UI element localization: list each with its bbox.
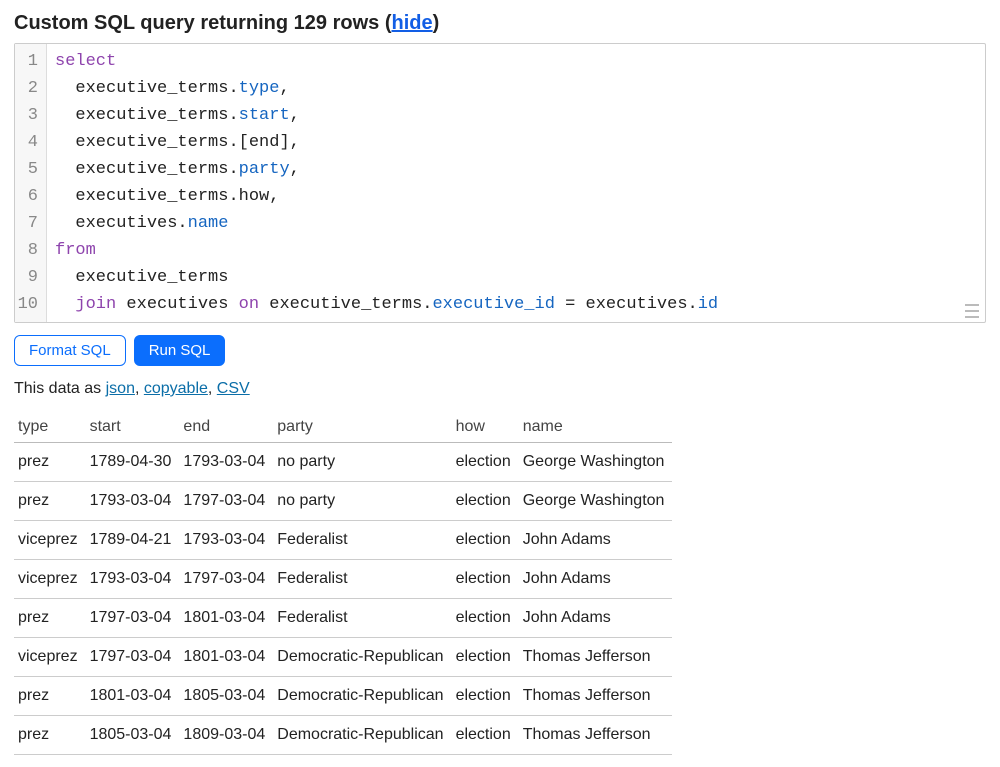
table-row: prez1793-03-041797-03-04no partyelection…	[14, 482, 672, 521]
table-cell: Federalist	[273, 560, 451, 599]
table-cell: election	[452, 599, 519, 638]
table-header-row: typestartendpartyhowname	[14, 412, 672, 443]
table-header: name	[519, 412, 673, 443]
line-number: 9	[15, 264, 42, 291]
line-number: 7	[15, 210, 42, 237]
table-cell: election	[452, 677, 519, 716]
table-row: prez1805-03-041809-03-04Democratic-Repub…	[14, 716, 672, 755]
table-cell: John Adams	[519, 560, 673, 599]
table-cell: Democratic-Republican	[273, 638, 451, 677]
table-cell: 1797-03-04	[86, 638, 180, 677]
table-cell: 1797-03-04	[179, 482, 273, 521]
table-row: prez1797-03-041801-03-04Federalistelecti…	[14, 599, 672, 638]
table-cell: election	[452, 443, 519, 482]
table-cell: John Adams	[519, 521, 673, 560]
table-row: prez1801-03-041805-03-04Democratic-Repub…	[14, 677, 672, 716]
table-cell: election	[452, 482, 519, 521]
table-cell: 1797-03-04	[86, 599, 180, 638]
export-line: This data as json, copyable, CSV	[14, 380, 986, 398]
sql-editor[interactable]: 12345678910 select executive_terms.type,…	[14, 43, 986, 323]
table-cell: election	[452, 521, 519, 560]
line-number: 2	[15, 75, 42, 102]
format-sql-button[interactable]: Format SQL	[14, 335, 126, 366]
table-cell: 1805-03-04	[86, 716, 180, 755]
title-prefix: Custom SQL query returning 129 rows (	[14, 12, 391, 34]
table-cell: prez	[14, 716, 86, 755]
table-cell: prez	[14, 443, 86, 482]
export-copyable-link[interactable]: copyable	[144, 380, 208, 397]
table-cell: Thomas Jefferson	[519, 677, 673, 716]
table-cell: prez	[14, 599, 86, 638]
line-gutter: 12345678910	[15, 44, 47, 322]
table-cell: Democratic-Republican	[273, 716, 451, 755]
table-cell: 1789-04-21	[86, 521, 180, 560]
table-row: viceprez1797-03-041801-03-04Democratic-R…	[14, 638, 672, 677]
table-cell: 1801-03-04	[179, 599, 273, 638]
table-cell: 1809-03-04	[179, 716, 273, 755]
table-cell: George Washington	[519, 443, 673, 482]
line-number: 6	[15, 183, 42, 210]
table-row: viceprez1793-03-041797-03-04Federalistel…	[14, 560, 672, 599]
table-header: start	[86, 412, 180, 443]
line-number: 5	[15, 156, 42, 183]
table-cell: Thomas Jefferson	[519, 716, 673, 755]
table-cell: 1797-03-04	[179, 560, 273, 599]
resize-handle-icon[interactable]	[965, 304, 979, 318]
sql-code[interactable]: select executive_terms.type, executive_t…	[15, 44, 985, 322]
table-cell: 1805-03-04	[179, 677, 273, 716]
export-csv-link[interactable]: CSV	[217, 380, 250, 397]
table-header: party	[273, 412, 451, 443]
title-suffix: )	[433, 12, 440, 34]
line-number: 1	[15, 48, 42, 75]
table-cell: election	[452, 638, 519, 677]
line-number: 8	[15, 237, 42, 264]
table-cell: 1801-03-04	[179, 638, 273, 677]
run-sql-button[interactable]: Run SQL	[134, 335, 226, 366]
line-number: 3	[15, 102, 42, 129]
table-header: how	[452, 412, 519, 443]
hide-link[interactable]: hide	[391, 12, 432, 34]
table-cell: election	[452, 560, 519, 599]
table-cell: Thomas Jefferson	[519, 638, 673, 677]
table-cell: 1793-03-04	[179, 521, 273, 560]
table-cell: 1793-03-04	[179, 443, 273, 482]
line-number: 10	[15, 291, 42, 318]
table-cell: no party	[273, 482, 451, 521]
table-cell: no party	[273, 443, 451, 482]
table-cell: 1789-04-30	[86, 443, 180, 482]
table-cell: 1793-03-04	[86, 482, 180, 521]
table-cell: Federalist	[273, 521, 451, 560]
export-prefix: This data as	[14, 380, 106, 397]
table-cell: Democratic-Republican	[273, 677, 451, 716]
table-cell: prez	[14, 677, 86, 716]
table-cell: 1793-03-04	[86, 560, 180, 599]
table-row: viceprez1789-04-211793-03-04Federalistel…	[14, 521, 672, 560]
table-row: prez1789-04-301793-03-04no partyelection…	[14, 443, 672, 482]
export-json-link[interactable]: json	[106, 380, 135, 397]
table-body: prez1789-04-301793-03-04no partyelection…	[14, 443, 672, 755]
table-cell: George Washington	[519, 482, 673, 521]
table-cell: election	[452, 716, 519, 755]
table-cell: viceprez	[14, 521, 86, 560]
button-row: Format SQL Run SQL	[14, 335, 986, 366]
table-cell: John Adams	[519, 599, 673, 638]
table-cell: prez	[14, 482, 86, 521]
line-number: 4	[15, 129, 42, 156]
table-header: type	[14, 412, 86, 443]
results-table: typestartendpartyhowname prez1789-04-301…	[14, 412, 672, 755]
page-title: Custom SQL query returning 129 rows (hid…	[14, 12, 986, 35]
table-cell: viceprez	[14, 560, 86, 599]
table-header: end	[179, 412, 273, 443]
table-cell: viceprez	[14, 638, 86, 677]
table-cell: Federalist	[273, 599, 451, 638]
table-cell: 1801-03-04	[86, 677, 180, 716]
